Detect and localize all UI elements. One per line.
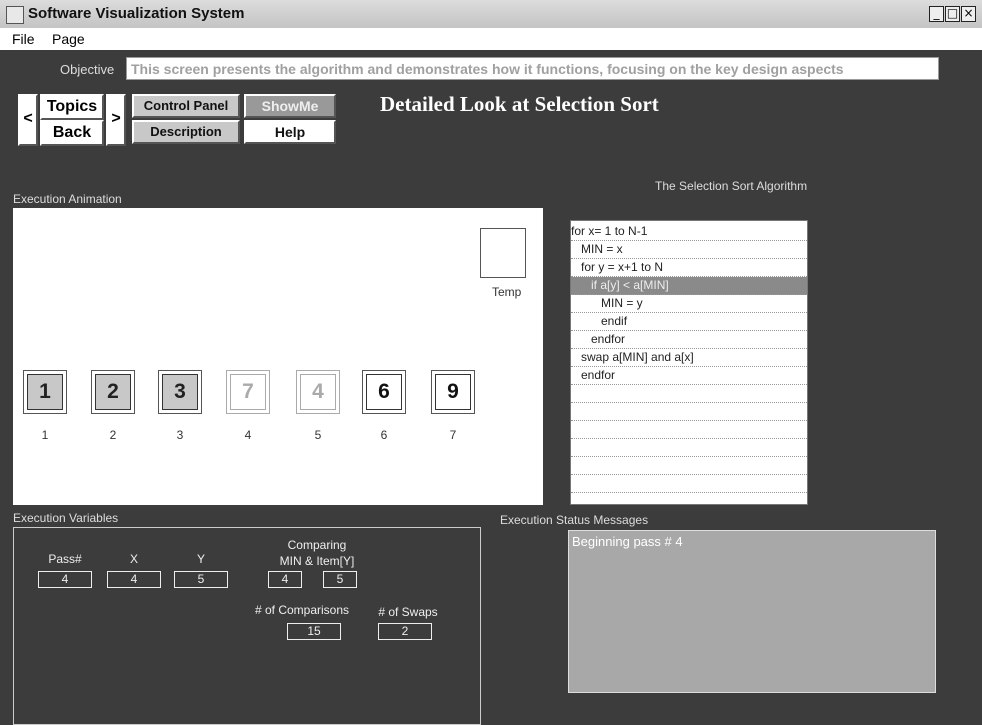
temp-label: Temp [492, 285, 522, 299]
array-cell: 6 [362, 370, 406, 414]
array-cell-value: 6 [366, 374, 402, 410]
array-index: 1 [41, 428, 49, 442]
algorithm-listing: for x= 1 to N-1 MIN = x for y = x+1 to N… [570, 220, 808, 505]
control-panel-tab[interactable]: Control Panel [132, 94, 240, 118]
comparisons-value: 15 [287, 623, 341, 640]
y-value: 5 [174, 571, 228, 588]
pass-label: Pass# [48, 552, 82, 566]
code-line: for x= 1 to N-1 [571, 223, 807, 241]
swaps-label: # of Swaps [378, 605, 438, 619]
description-tab[interactable]: Description [132, 120, 240, 144]
window-title: Software Visualization System [28, 5, 245, 22]
code-line [571, 439, 807, 457]
code-line [571, 385, 807, 403]
execution-variables-panel: Pass# 4 X 4 Y 5 Comparing MIN & Item[Y] … [13, 527, 481, 725]
execution-animation-panel [13, 208, 543, 505]
back-button[interactable]: Back [40, 120, 104, 146]
array-index: 6 [380, 428, 388, 442]
array-cell: 4 [296, 370, 340, 414]
temp-slot [480, 228, 526, 278]
status-messages-box: Beginning pass # 4 [568, 530, 936, 693]
x-value: 4 [107, 571, 161, 588]
code-line: endfor [571, 331, 807, 349]
swaps-value: 2 [378, 623, 432, 640]
array-index: 4 [244, 428, 252, 442]
code-line: MIN = y [571, 295, 807, 313]
close-button[interactable]: × [961, 6, 976, 22]
comparisons-label: # of Comparisons [254, 603, 350, 617]
comparing-label: Comparing [287, 538, 347, 552]
prev-button[interactable]: < [18, 94, 38, 146]
menu-bar: File Page [0, 28, 982, 50]
array-cell: 2 [91, 370, 135, 414]
code-line [571, 475, 807, 493]
code-line [571, 421, 807, 439]
array-cell: 1 [23, 370, 67, 414]
array-cell: 3 [158, 370, 202, 414]
array-cell-value: 7 [230, 374, 266, 410]
maximize-button[interactable]: □ [945, 6, 960, 22]
code-line: swap a[MIN] and a[x] [571, 349, 807, 367]
array-cell-value: 3 [162, 374, 198, 410]
show-me-tab[interactable]: ShowMe [244, 94, 336, 118]
code-line [571, 457, 807, 475]
execution-animation-label: Execution Animation [13, 192, 122, 206]
min-value: 4 [268, 571, 302, 588]
pass-value: 4 [38, 571, 92, 588]
execution-variables-label: Execution Variables [13, 511, 119, 525]
code-line: endfor [571, 367, 807, 385]
array-cell-value: 1 [27, 374, 63, 410]
array-index: 3 [176, 428, 184, 442]
array-cell: 7 [226, 370, 270, 414]
y-label: Y [196, 552, 205, 566]
status-message: Beginning pass # 4 [572, 534, 683, 549]
item-value: 5 [323, 571, 357, 588]
array-index: 7 [449, 428, 457, 442]
array-cell-value: 2 [95, 374, 131, 410]
app-icon [6, 6, 24, 24]
status-messages-label: Execution Status Messages [500, 513, 649, 527]
objective-text: This screen presents the algorithm and d… [126, 57, 939, 80]
objective-label: Objective [60, 62, 115, 77]
topics-button[interactable]: Topics [40, 94, 104, 120]
array-index: 2 [109, 428, 117, 442]
code-line: MIN = x [571, 241, 807, 259]
code-line [571, 403, 807, 421]
x-label: X [129, 552, 138, 566]
array-cell-value: 9 [435, 374, 471, 410]
menu-page[interactable]: Page [52, 31, 85, 47]
code-line: for y = x+1 to N [571, 259, 807, 277]
minimize-button[interactable]: _ [929, 6, 944, 22]
title-bar: Software Visualization System _ □ × [0, 0, 982, 29]
page-title: Detailed Look at Selection Sort [380, 92, 659, 116]
next-button[interactable]: > [106, 94, 126, 146]
algorithm-title: The Selection Sort Algorithm [655, 179, 808, 193]
array-index: 5 [314, 428, 322, 442]
comparing-sub-label: MIN & Item[Y] [279, 554, 355, 568]
menu-file[interactable]: File [12, 31, 35, 47]
array-cell-value: 4 [300, 374, 336, 410]
help-tab[interactable]: Help [244, 120, 336, 144]
code-line-highlighted: if a[y] < a[MIN] [571, 277, 807, 295]
code-line: endif [571, 313, 807, 331]
array-cell: 9 [431, 370, 475, 414]
